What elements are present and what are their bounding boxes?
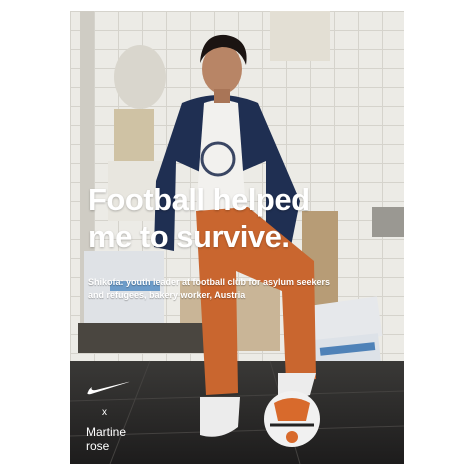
- headline-line-1: Football helped: [88, 182, 310, 217]
- poster: Football helped me to survive. Shikofa: …: [70, 11, 404, 464]
- headline: Football helped me to survive.: [88, 181, 398, 255]
- collaborator-name-line-2: rose: [86, 439, 110, 453]
- window-panel: [270, 11, 330, 61]
- round-bread-stack: [114, 45, 166, 109]
- caption-line-2: and refugees, bakery worker, Austria: [88, 290, 246, 300]
- collaborator-name: Martine rose: [86, 425, 156, 453]
- basket-stack: [114, 109, 154, 161]
- collaborator-name-line-1: Martine: [86, 425, 127, 439]
- neck: [214, 89, 230, 103]
- swoosh-icon: [87, 381, 130, 395]
- caption-line-1: Shikofa: youth leader at football club f…: [88, 277, 331, 287]
- brand-lockup: x Martine rose: [86, 379, 156, 453]
- caption: Shikofa: youth leader at football club f…: [88, 276, 388, 302]
- headline-line-2: me to survive.: [88, 219, 290, 254]
- collab-separator: x: [102, 407, 107, 418]
